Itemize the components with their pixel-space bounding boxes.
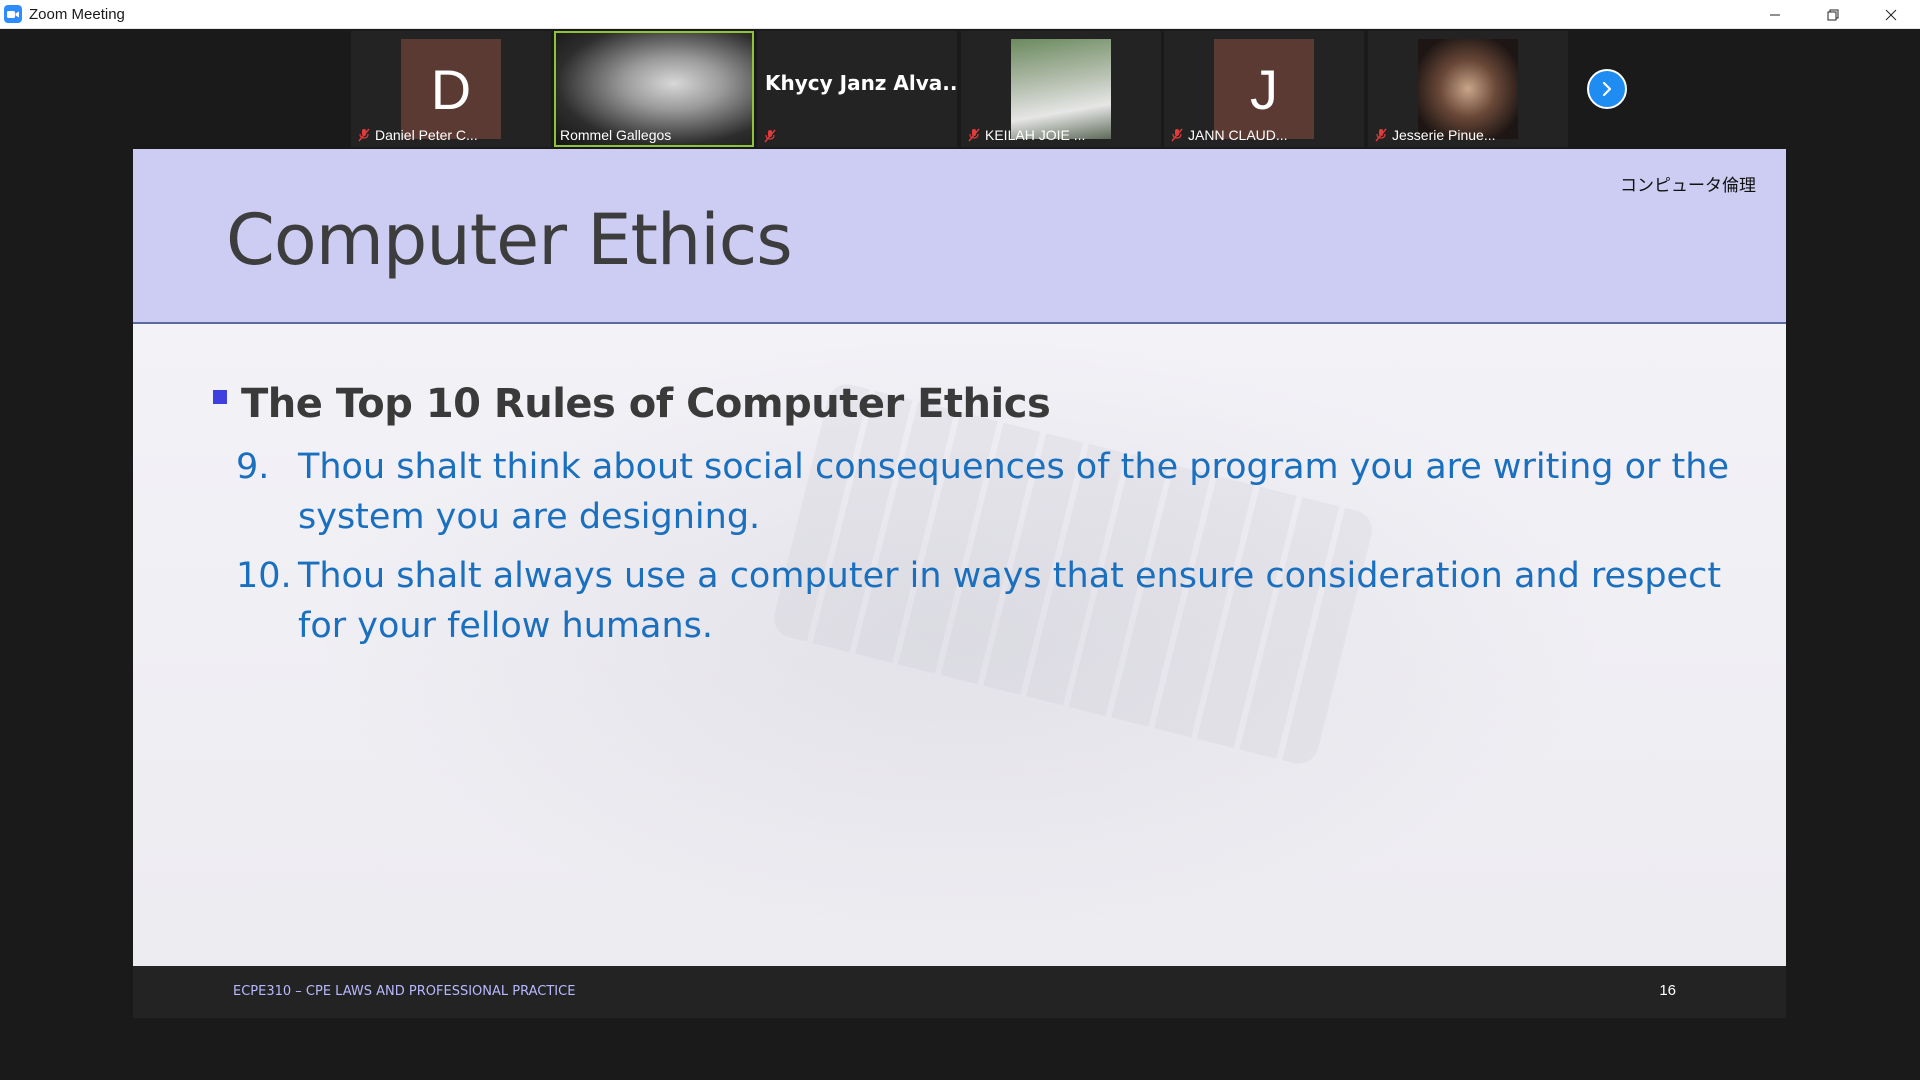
zoom-app-icon [4,5,22,23]
next-participants-button[interactable] [1587,69,1627,109]
participant-name-row: Rommel Gallegos [560,127,671,143]
rule-item: 10. Thou shalt always use a computer in … [236,551,1736,651]
participant-tile[interactable]: D Daniel Peter C... [351,31,551,147]
participant-name: Khycy Janz Alva... [765,71,957,95]
participant-tile[interactable]: Khycy Janz Alva... [757,31,957,147]
close-button[interactable] [1862,0,1920,29]
slide-header-band: コンピュータ倫理 Computer Ethics [133,149,1786,324]
window-title: Zoom Meeting [29,5,125,23]
minimize-button[interactable] [1746,0,1804,29]
participant-name: Jesserie Pinue... [1392,127,1496,143]
participant-name: JANN CLAUD... [1188,127,1288,143]
course-label: ECPE310 – CPE LAWS AND PROFESSIONAL PRAC… [233,984,576,999]
slide-corner-label: コンピュータ倫理 [1620,176,1756,196]
avatar: D [401,39,501,139]
window-titlebar: Zoom Meeting [0,0,1920,29]
participant-video [1418,39,1518,139]
rule-text: Thou shalt always use a computer in ways… [298,556,1722,646]
avatar: J [1214,39,1314,139]
rule-number: 10. [236,556,292,596]
participant-tile[interactable]: Jesserie Pinue... [1368,31,1568,147]
bullet-square-icon [213,390,227,404]
mic-muted-icon [764,129,776,143]
rule-text: Thou shalt think about social consequenc… [298,447,1730,537]
page-number: 16 [1659,982,1676,999]
left-margin [0,149,133,1080]
participant-name: KEILAH JOIE ... [985,127,1086,143]
participant-name-row: KEILAH JOIE ... [967,127,1085,143]
participant-tile[interactable]: KEILAH JOIE ... [961,31,1161,147]
chevron-right-icon [1602,81,1612,97]
restore-button[interactable] [1804,0,1862,29]
participant-name-row: Jesserie Pinue... [1374,127,1496,143]
participant-strip: D Daniel Peter C... Rommel Gallegos Khyc… [0,29,1920,149]
participant-name-row: JANN CLAUD... [1170,127,1288,143]
mic-muted-icon [1375,128,1387,142]
participant-name-row [763,129,777,143]
mic-muted-icon [1171,128,1183,142]
slide-background-image [133,324,1786,1018]
rule-item: 9. Thou shalt think about social consequ… [236,442,1736,542]
bullet-heading-text: The Top 10 Rules of Computer Ethics [241,381,1051,427]
participant-video [1011,39,1111,139]
participant-name-row: Daniel Peter C... [357,127,478,143]
bullet-heading: The Top 10 Rules of Computer Ethics [213,381,1051,427]
mic-muted-icon [968,128,980,142]
rule-number: 9. [236,447,270,487]
bottom-bar [0,1018,1920,1080]
shared-slide: コンピュータ倫理 Computer Ethics The Top 10 Rule… [133,149,1786,1018]
participant-tile[interactable]: J JANN CLAUD... [1164,31,1364,147]
slide-title: Computer Ethics [226,199,793,281]
participant-tile-active-speaker[interactable]: Rommel Gallegos [554,31,754,147]
participant-name: Rommel Gallegos [560,127,672,143]
participant-name: Daniel Peter C... [375,127,478,143]
mic-muted-icon [358,128,370,142]
slide-footer: ECPE310 – CPE LAWS AND PROFESSIONAL PRAC… [133,966,1786,1018]
